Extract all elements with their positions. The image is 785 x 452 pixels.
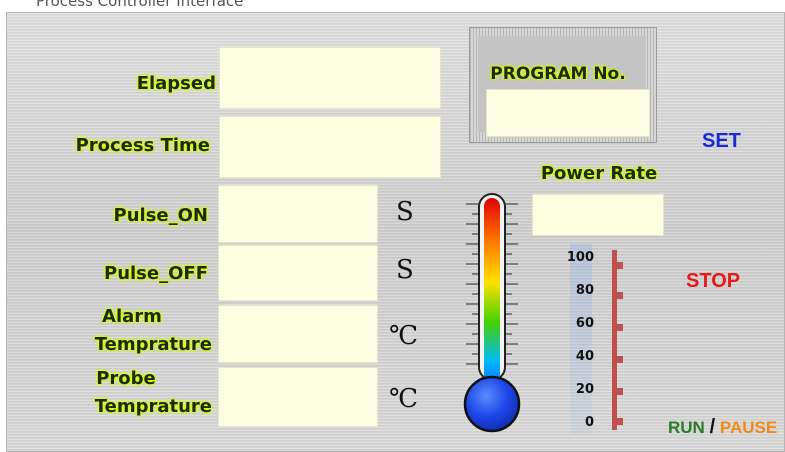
- scale-tick-60: 60: [575, 316, 594, 331]
- scale-bar: [612, 250, 623, 430]
- pulse-on-field[interactable]: [218, 185, 378, 243]
- probe-temperature-unit: ℃: [389, 384, 419, 414]
- thermometer-icon: [463, 193, 521, 433]
- scale-tick-100: 100: [566, 250, 594, 265]
- process-time-label: Process Time: [75, 135, 210, 156]
- alarm-temperature-field[interactable]: [218, 305, 378, 363]
- alarm-label-line2: Temprature: [94, 334, 212, 355]
- probe-temperature-field[interactable]: [218, 367, 378, 427]
- alarm-label-line1: Alarm: [102, 306, 162, 327]
- elapsed-label: Elapsed: [136, 73, 216, 94]
- scale-tick-0: 0: [584, 415, 594, 430]
- scale-tick-20: 20: [575, 382, 594, 397]
- stop-button[interactable]: STOP: [686, 270, 740, 293]
- pulse-on-unit: S: [396, 197, 414, 227]
- program-no-label: PROGRAM No.: [490, 64, 626, 84]
- pause-button[interactable]: PAUSE: [720, 418, 777, 437]
- set-button[interactable]: SET: [702, 130, 741, 153]
- elapsed-field[interactable]: [219, 47, 441, 109]
- run-button[interactable]: RUN: [668, 418, 705, 437]
- run-pause-separator: /: [709, 416, 716, 438]
- process-time-field[interactable]: [219, 116, 441, 178]
- scale-tick-40: 40: [575, 349, 594, 364]
- alarm-temperature-unit: ℃: [389, 321, 419, 351]
- probe-label-line1: Probe: [96, 368, 156, 389]
- pulse-off-field[interactable]: [218, 245, 378, 301]
- pulse-off-label: Pulse_OFF: [104, 263, 208, 284]
- thermometer-bulb: [463, 375, 521, 433]
- scale-background: [570, 244, 592, 434]
- scale-tick-80: 80: [575, 283, 594, 298]
- pulse-off-unit: S: [396, 255, 414, 285]
- power-rate-field[interactable]: [532, 194, 664, 236]
- thermometer-column: [484, 198, 500, 398]
- probe-label-line2: Temprature: [94, 396, 212, 417]
- pulse-on-label: Pulse_ON: [113, 205, 208, 226]
- run-pause-control[interactable]: RUN / PAUSE: [668, 416, 777, 439]
- power-rate-label: Power Rate: [540, 163, 658, 184]
- program-no-field[interactable]: [486, 89, 650, 137]
